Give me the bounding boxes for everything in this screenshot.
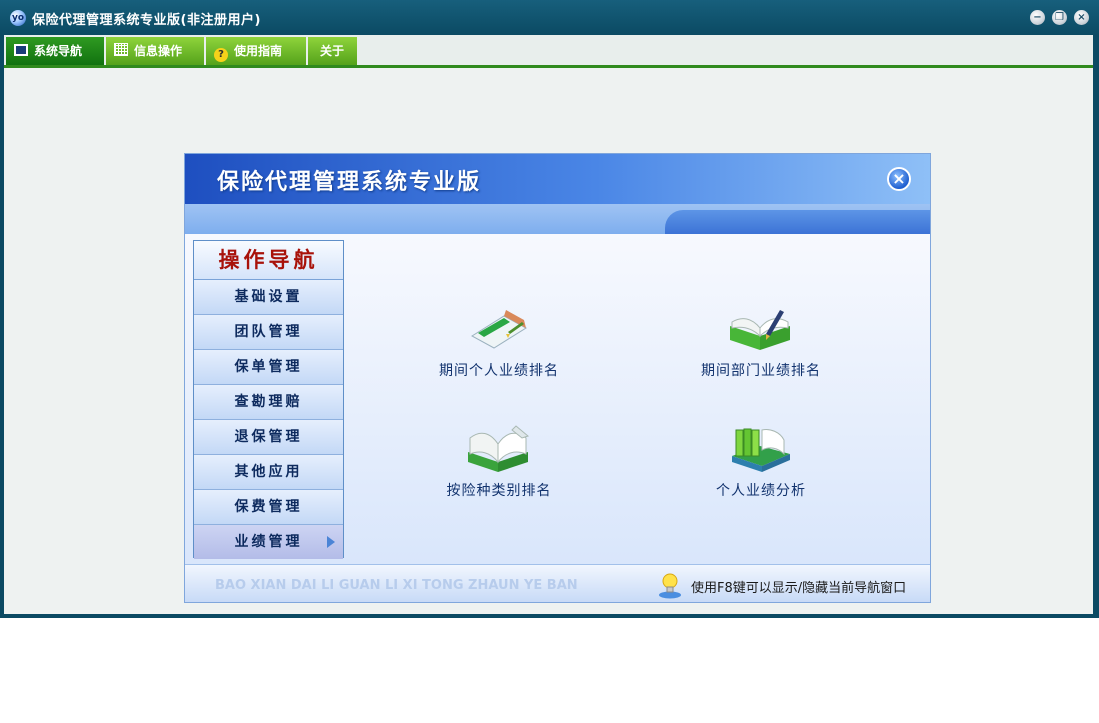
menu-about[interactable]: 关于 [308, 37, 359, 65]
nav-item-label: 业绩管理 [234, 534, 303, 550]
open-book-pen-icon [730, 310, 790, 350]
feature-personal-performance-analysis[interactable]: 个人业绩分析 [661, 424, 861, 500]
feature-label: 个人业绩分析 [716, 483, 806, 499]
feature-insurance-type-ranking[interactable]: 按险种类别排名 [399, 424, 599, 500]
nav-item-other-applications[interactable]: 其他应用 [194, 455, 343, 490]
menu-label: 系统导航 [34, 44, 83, 58]
book-stack-icon [732, 428, 790, 472]
feature-period-personal-ranking[interactable]: 期间个人业绩排名 [399, 306, 599, 380]
menu-label: 关于 [320, 44, 345, 58]
feature-label: 按险种类别排名 [446, 483, 552, 499]
lightbulb-icon [659, 573, 681, 599]
nav-item-surrender-management[interactable]: 退保管理 [194, 420, 343, 455]
menu-info-operation[interactable]: 信息操作 [106, 37, 206, 65]
window-title: 保险代理管理系统专业版(非注册用户) [32, 13, 261, 28]
monitor-icon [14, 44, 28, 56]
nav-item-claims[interactable]: 查勘理赔 [194, 385, 343, 420]
panel-footer: BAO XIAN DAI LI GUAN LI XI TONG ZHAUN YE… [185, 564, 930, 602]
menu-bar: 系统导航 信息操作 ? 使用指南 关于 [4, 35, 1093, 68]
footer-pinyin-text: BAO XIAN DAI LI GUAN LI XI TONG ZHAUN YE… [215, 578, 578, 593]
nav-item-policy-management[interactable]: 保单管理 [194, 350, 343, 385]
arrow-right-icon [327, 536, 335, 548]
minimize-icon[interactable]: − [1030, 10, 1045, 25]
feature-period-department-ranking[interactable]: 期间部门业绩排名 [661, 306, 861, 380]
menu-label: 使用指南 [234, 44, 283, 58]
footer-tip-text: 使用F8键可以显示/隐藏当前导航窗口 [691, 581, 907, 596]
restore-icon[interactable]: ❐ [1052, 10, 1067, 25]
panel-body: 操作导航 基础设置 团队管理 保单管理 查勘理赔 退保管理 其他应用 保费管理 … [185, 234, 930, 564]
operation-navigation: 操作导航 基础设置 团队管理 保单管理 查勘理赔 退保管理 其他应用 保费管理 … [193, 240, 344, 559]
feature-label: 期间部门业绩排名 [701, 363, 821, 379]
help-icon: ? [214, 48, 228, 62]
panel-close-button[interactable]: × [887, 167, 911, 191]
menu-user-guide[interactable]: ? 使用指南 [206, 37, 308, 65]
nav-title: 操作导航 [194, 241, 343, 280]
app-logo-icon: yo [10, 10, 26, 26]
open-book-icon [468, 425, 530, 472]
panel-header-curve [665, 210, 930, 234]
close-icon[interactable]: × [1074, 10, 1089, 25]
nav-item-performance-management[interactable]: 业绩管理 [194, 525, 343, 559]
panel-title: 保险代理管理系统专业版 [217, 170, 482, 195]
nav-item-team-management[interactable]: 团队管理 [194, 315, 343, 350]
menu-system-navigation[interactable]: 系统导航 [6, 37, 106, 65]
notebook-pen-icon [471, 310, 527, 349]
nav-item-basic-settings[interactable]: 基础设置 [194, 280, 343, 315]
title-bar[interactable]: yo 保险代理管理系统专业版(非注册用户) − ❐ × [0, 0, 1099, 35]
navigation-panel: 保险代理管理系统专业版 × 操作导航 基础设置 团队管理 保单管理 查勘理赔 退… [184, 153, 931, 603]
nav-item-premium-management[interactable]: 保费管理 [194, 490, 343, 525]
menu-label: 信息操作 [134, 44, 183, 58]
feature-label: 期间个人业绩排名 [439, 363, 559, 379]
grid-icon [114, 43, 128, 56]
